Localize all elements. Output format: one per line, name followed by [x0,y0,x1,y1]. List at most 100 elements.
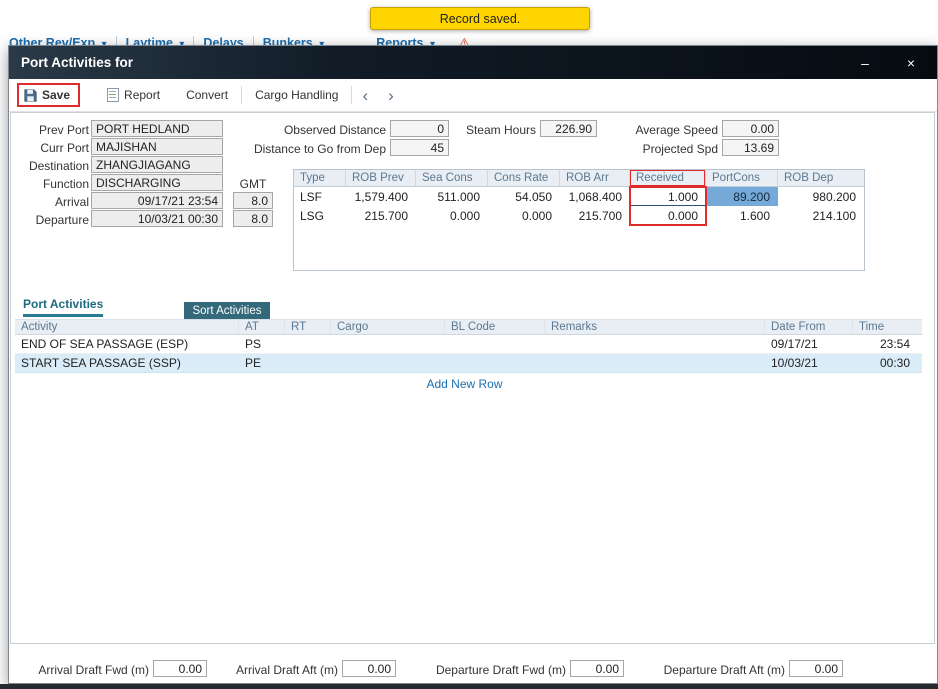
date-from-cell: 09/17/21 [765,335,853,353]
report-button[interactable]: Report [94,88,173,102]
dialog-content: Prev Port Curr Port Destination Function… [10,112,935,644]
departure-gmt-field[interactable] [233,210,273,227]
bunker-table: Type ROB Prev Sea Cons Cons Rate ROB Arr… [293,169,865,271]
activities-col-at: AT [239,319,285,335]
arrival-draft-aft-label: Arrival Draft Aft (m) [205,662,338,679]
activities-col-remarks: Remarks [545,319,765,335]
activities-col-activity: Activity [15,319,239,335]
at-cell: PS [239,335,285,353]
bunker-rob-dep-cell[interactable]: 980.200 [778,187,864,206]
save-button-label: Save [42,88,70,102]
at-cell: PE [239,354,285,372]
prev-port-field[interactable] [91,120,223,137]
activities-col-bl-code: BL Code [445,319,545,335]
previous-port-arrow-icon[interactable]: ‹ [352,87,378,104]
close-icon[interactable]: × [903,55,919,71]
bunker-sea-cons-cell[interactable]: 511.000 [416,187,488,206]
cargo-handling-button[interactable]: Cargo Handling [242,88,351,102]
activities-col-cargo: Cargo [331,319,445,335]
cargo-cell [331,335,445,353]
distance-to-go-label: Distance to Go from Dep [206,141,386,158]
toast-text: Record saved. [440,12,521,26]
destination-field[interactable] [91,156,223,173]
bunker-cons-rate-cell[interactable]: 0.000 [488,206,560,225]
departure-datetime-field[interactable] [91,210,223,227]
dialog-titlebar: Port Activities for – × [9,46,937,79]
average-speed-label: Average Speed [571,122,718,139]
departure-draft-fwd-field[interactable] [570,660,624,677]
report-icon [107,88,119,102]
save-button[interactable]: Save [24,88,70,102]
gmt-label: GMT [233,176,273,193]
function-label: Function [11,176,89,193]
projected-speed-field[interactable] [722,139,779,156]
prev-port-label: Prev Port [11,122,89,139]
remarks-cell [545,335,765,353]
activities-col-date-from: Date From [765,319,853,335]
bunker-sea-cons-cell[interactable]: 0.000 [416,206,488,225]
distance-to-go-field[interactable] [390,139,449,156]
window-controls: – × [857,55,925,71]
bunker-rob-prev-cell[interactable]: 215.700 [346,206,416,225]
dialog-toolbar: Save Report Convert Cargo Handling ‹ › [9,79,937,112]
drafts-row: Arrival Draft Fwd (m) Arrival Draft Aft … [9,660,937,680]
bunker-col-type: Type [294,170,346,187]
departure-draft-aft-field[interactable] [789,660,843,677]
activity-cell: START SEA PASSAGE (SSP) [15,354,239,372]
bunker-col-portcons: PortCons [706,170,778,187]
time-cell: 00:30 [853,354,922,372]
rt-cell [285,335,331,353]
bunker-row-lsf: LSF 1,579.400 511.000 54.050 1,068.400 1… [294,187,864,206]
next-port-arrow-icon[interactable]: › [378,87,404,104]
port-activities-dialog: Port Activities for – × Save [8,45,938,684]
convert-button-label: Convert [186,88,228,102]
bunker-received-cell[interactable]: 0.000 [630,206,706,225]
bunker-col-received: Received [630,170,706,187]
bunker-type-cell[interactable]: LSF [294,187,346,206]
activity-row[interactable]: START SEA PASSAGE (SSP) PE 10/03/21 00:3… [15,354,922,373]
arrival-gmt-field[interactable] [233,192,273,209]
arrival-datetime-field[interactable] [91,192,223,209]
bunker-col-rob-dep: ROB Dep [778,170,864,187]
minimize-icon[interactable]: – [857,55,873,71]
activity-row[interactable]: END OF SEA PASSAGE (ESP) PS 09/17/21 23:… [15,335,922,354]
bunker-received-cell[interactable]: 1.000 [630,187,706,206]
tab-port-activities[interactable]: Port Activities [23,297,103,317]
arrival-draft-fwd-label: Arrival Draft Fwd (m) [17,662,149,679]
window-bottom-edge [0,684,938,689]
save-annotation-box: Save [17,83,80,107]
time-cell: 23:54 [853,335,922,353]
bunker-portcons-cell[interactable]: 1.600 [706,206,778,225]
bunker-col-rob-arr: ROB Arr [560,170,630,187]
bl-code-cell [445,354,545,372]
arrival-draft-fwd-field[interactable] [153,660,207,677]
steam-hours-label: Steam Hours [441,122,536,139]
bunker-cons-rate-cell[interactable]: 54.050 [488,187,560,206]
destination-label: Destination [11,158,89,175]
toast-notification: Record saved. [370,7,590,30]
bunker-col-cons-rate: Cons Rate [488,170,560,187]
activities-col-rt: RT [285,319,331,335]
bunker-header-row: Type ROB Prev Sea Cons Cons Rate ROB Arr… [294,170,864,187]
remarks-cell [545,354,765,372]
bl-code-cell [445,335,545,353]
cargo-cell [331,354,445,372]
bunker-rob-arr-cell[interactable]: 1,068.400 [560,187,630,206]
function-field[interactable] [91,174,223,191]
curr-port-field[interactable] [91,138,223,155]
bunker-type-cell[interactable]: LSG [294,206,346,225]
add-new-row-link[interactable]: Add New Row [11,377,918,391]
activities-col-time: Time [853,319,922,335]
dialog-title: Port Activities for [21,55,133,70]
arrival-draft-aft-field[interactable] [342,660,396,677]
sort-activities-button[interactable]: Sort Activities [184,302,270,320]
convert-button[interactable]: Convert [173,88,241,102]
activities-header-row: Activity AT RT Cargo BL Code Remarks Dat… [15,319,922,335]
average-speed-field[interactable] [722,120,779,137]
bunker-rob-prev-cell[interactable]: 1,579.400 [346,187,416,206]
departure-label: Departure [11,212,89,229]
projected-speed-label: Projected Spd [571,141,718,158]
bunker-rob-arr-cell[interactable]: 215.700 [560,206,630,225]
bunker-rob-dep-cell[interactable]: 214.100 [778,206,864,225]
bunker-portcons-cell-selected[interactable]: 89.200 [706,187,778,206]
